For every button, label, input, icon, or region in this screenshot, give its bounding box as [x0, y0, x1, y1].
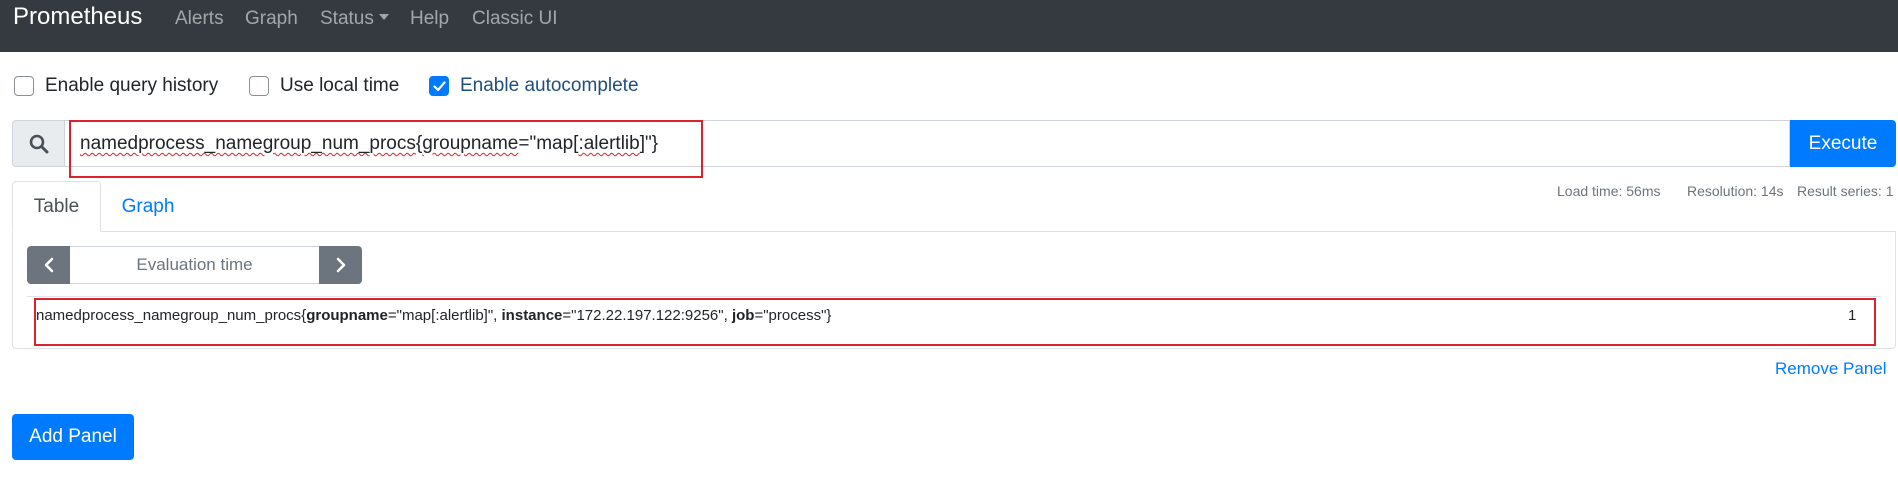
- query-value-prefix: "map[: [529, 133, 579, 154]
- autocomplete-label: Enable autocomplete: [460, 75, 639, 96]
- resolution-stat: Resolution: 14s: [1687, 183, 1784, 199]
- option-autocomplete[interactable]: Enable autocomplete: [429, 74, 639, 98]
- nav-alerts[interactable]: Alerts: [175, 7, 224, 31]
- eval-time-prev-button[interactable]: [27, 246, 70, 284]
- local-time-label: Use local time: [280, 75, 400, 96]
- result-equals: =: [754, 307, 764, 324]
- result-series-row: namedprocess_namegroup_num_procs{groupna…: [36, 306, 1876, 326]
- checkmark-icon: [432, 80, 446, 91]
- result-close-brace: }: [826, 307, 832, 324]
- result-label-name: job: [731, 307, 755, 324]
- search-icon: [29, 134, 48, 153]
- nav-classic-ui[interactable]: Classic UI: [472, 7, 558, 31]
- tab-table[interactable]: Table: [12, 181, 101, 232]
- query-close-brace: }: [651, 133, 659, 154]
- query-value-suffix: ]": [639, 133, 652, 154]
- result-value: 1: [1848, 307, 1857, 324]
- chevron-down-icon: [378, 14, 389, 20]
- nav-graph[interactable]: Graph: [245, 7, 298, 31]
- eval-time-input[interactable]: Evaluation time: [70, 246, 319, 284]
- remove-panel-link[interactable]: Remove Panel: [1775, 359, 1887, 379]
- query-history-label: Enable query history: [45, 75, 219, 96]
- nav-status-dropdown[interactable]: Status: [320, 7, 389, 31]
- result-equals: =: [387, 307, 397, 324]
- query-input[interactable]: namedprocess_namegroup_num_procs{groupna…: [64, 120, 1790, 167]
- eval-time-next-button[interactable]: [319, 246, 362, 284]
- option-local-time[interactable]: Use local time: [249, 74, 399, 98]
- result-series-stat: Result series: 1: [1797, 183, 1894, 199]
- result-label-value: "process": [763, 307, 827, 324]
- query-equals: =: [518, 133, 530, 154]
- result-label-sep: ,: [723, 307, 732, 324]
- query-value-word: :alertlib: [578, 133, 640, 154]
- navbar: Prometheus Alerts Graph Status Help Clas…: [0, 0, 1898, 52]
- brand-link[interactable]: Prometheus: [13, 2, 142, 32]
- search-addon: [12, 120, 64, 167]
- result-equals: =: [562, 307, 572, 324]
- load-time-stat: Load time: 56ms: [1557, 183, 1661, 199]
- add-panel-button[interactable]: Add Panel: [12, 414, 134, 460]
- nav-status-label: Status: [320, 8, 374, 29]
- result-label-value: "map[:alertlib]": [396, 307, 494, 324]
- result-label-value: "172.22.197.122:9256": [571, 307, 724, 324]
- tab-graph[interactable]: Graph: [101, 181, 195, 232]
- result-label-name: groupname: [306, 307, 388, 324]
- result-table-divider: [27, 296, 1881, 297]
- chevron-left-icon: [44, 257, 53, 273]
- execute-button[interactable]: Execute: [1790, 120, 1896, 167]
- chevron-right-icon: [336, 257, 345, 273]
- nav-help[interactable]: Help: [410, 7, 449, 31]
- result-metric: namedprocess_namegroup_num_procs: [36, 307, 302, 324]
- query-history-checkbox[interactable]: [14, 76, 34, 96]
- query-label-name: groupname: [422, 133, 519, 154]
- query-metric: namedprocess_namegroup_num_procs: [80, 133, 416, 154]
- autocomplete-checkbox[interactable]: [429, 76, 449, 96]
- result-label-name: instance: [501, 307, 563, 324]
- option-query-history[interactable]: Enable query history: [14, 74, 218, 98]
- result-label-sep: ,: [493, 307, 502, 324]
- local-time-checkbox[interactable]: [249, 76, 269, 96]
